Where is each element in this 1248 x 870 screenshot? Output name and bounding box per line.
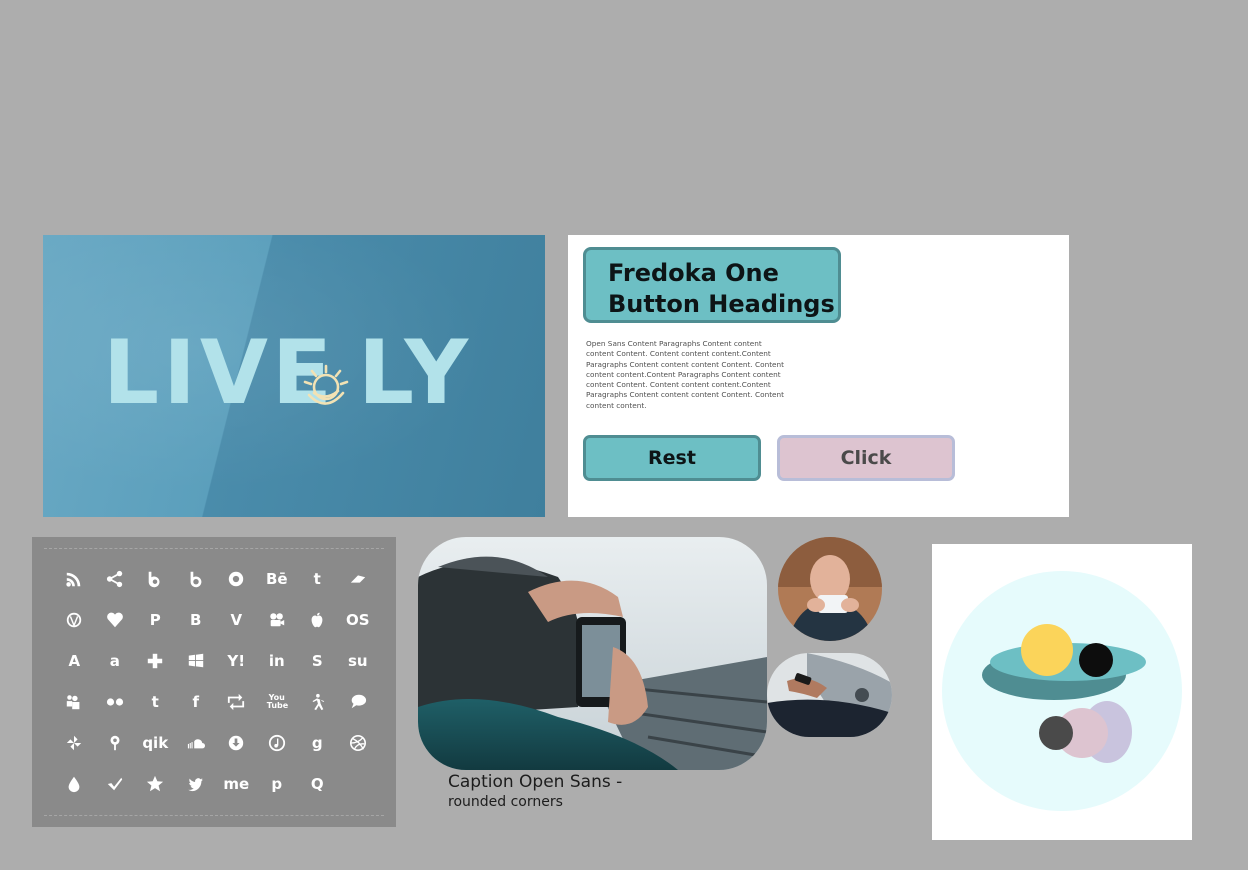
amazon-icon[interactable]: a [95,640,136,681]
google-icon[interactable]: g [297,722,338,763]
stumbleupon-icon[interactable]: su [338,640,379,681]
pinterest-icon[interactable]: p [257,763,298,804]
pinterest-glyph: p [271,774,283,793]
soundcloud-icon[interactable] [176,722,217,763]
icon-grid: Bē t P B V OS Aa Y! in Ssu t f You Tube qik g me p Q [54,558,378,806]
rest-button[interactable]: Rest [583,435,761,481]
elderly-man-phone-photo [778,537,882,641]
myspace-icon[interactable] [54,681,95,722]
behance-glyph: Bē [265,569,288,588]
hands-phone-photo [767,653,892,737]
stumbleupon-glyph: su [347,651,368,670]
man-photographing-photo [418,537,767,770]
abstract-illustration-card [932,544,1192,840]
paypal-glyph: P [149,610,161,629]
lastfm-glyph: OS [345,610,370,629]
video-camera-icon[interactable] [257,599,298,640]
twitter-bird-icon[interactable] [176,763,217,804]
social-icon-panel: Bē t P B V OS Aa Y! in Ssu t f You Tube qik g me p Q [32,537,396,827]
download-icon[interactable] [216,722,257,763]
facebook-glyph: f [192,692,200,711]
gray-circle [1039,716,1073,750]
pinwheel-icon[interactable] [54,722,95,763]
appstore-icon[interactable]: A [54,640,95,681]
appstore-glyph: A [68,651,81,670]
twitter-t-icon[interactable]: t [135,681,176,722]
style-guide-card: Fredoka One Button Headings Open Sans Co… [568,235,1069,517]
facebook-icon[interactable]: f [176,681,217,722]
twitter-t-glyph: t [151,692,159,711]
wordpress-icon[interactable] [54,599,95,640]
photo-caption: Caption Open Sans - rounded corners [448,772,622,810]
dribbble-icon[interactable] [338,722,379,763]
logo-text-right: LY [358,323,472,413]
apple-icon[interactable] [297,599,338,640]
blogger-icon[interactable]: B [176,599,217,640]
picasa-icon[interactable] [216,558,257,599]
paypal-icon[interactable]: P [135,599,176,640]
divider-bottom [44,815,384,816]
black-circle [1079,643,1113,677]
blip-icon[interactable] [176,558,217,599]
flickr-icon[interactable] [95,681,136,722]
quora-glyph: Q [310,774,324,793]
pin-marker-icon[interactable] [95,722,136,763]
music-circle-icon[interactable] [257,722,298,763]
yahoo-icon[interactable]: Y! [216,640,257,681]
skype-glyph: S [311,651,323,670]
star-icon[interactable] [135,763,176,804]
linkedin-glyph: in [268,651,285,670]
share-icon[interactable] [95,558,136,599]
delicious-icon[interactable] [338,558,379,599]
drop-icon[interactable] [54,763,95,804]
linkedin-icon[interactable]: in [257,640,298,681]
yellow-circle [1021,624,1073,676]
logo-text-left: LIVE [103,323,336,413]
qik-glyph: qik [142,733,169,752]
vimeo-icon[interactable]: V [216,599,257,640]
heading-line-2: Button Headings [608,290,835,318]
paragraph-sample: Open Sans Content Paragraphs Content con… [586,339,785,410]
plus-icon[interactable] [135,640,176,681]
lively-logo: LIVE LY [103,323,472,413]
caption-title: Caption Open Sans - [448,772,623,792]
tumblr-glyph: t [313,569,321,588]
click-button[interactable]: Click [777,435,955,481]
windows-icon[interactable] [176,640,217,681]
rss-icon[interactable] [54,558,95,599]
chat-bubble-icon[interactable] [338,681,379,722]
lively-logo-card: LIVE LY [43,235,545,517]
youtube-icon[interactable]: You Tube [257,681,298,722]
vimeo-glyph: V [230,610,243,629]
quora-icon[interactable]: Q [297,763,338,804]
heading-line-1: Fredoka One [608,259,779,287]
blogger-glyph: B [190,610,202,629]
qik-icon[interactable]: qik [135,722,176,763]
google-glyph: g [311,733,323,752]
aboutme-icon[interactable]: me [216,763,257,804]
person-icon[interactable] [297,681,338,722]
youtube-glyph: You Tube [266,692,289,710]
heart-icon[interactable] [95,599,136,640]
aboutme-glyph: me [223,774,250,793]
bebo-icon[interactable] [135,558,176,599]
retweet-icon[interactable] [216,681,257,722]
heading-sample-button: Fredoka One Button Headings [583,247,841,323]
caption-subtitle: rounded corners [448,794,563,810]
behance-icon[interactable]: Bē [257,558,298,599]
tumblr-icon[interactable]: t [297,558,338,599]
skype-icon[interactable]: S [297,640,338,681]
yahoo-glyph: Y! [227,651,246,670]
checkmark-icon[interactable] [95,763,136,804]
amazon-glyph: a [109,651,120,670]
lastfm-icon[interactable]: OS [338,599,379,640]
divider-top [44,548,384,549]
